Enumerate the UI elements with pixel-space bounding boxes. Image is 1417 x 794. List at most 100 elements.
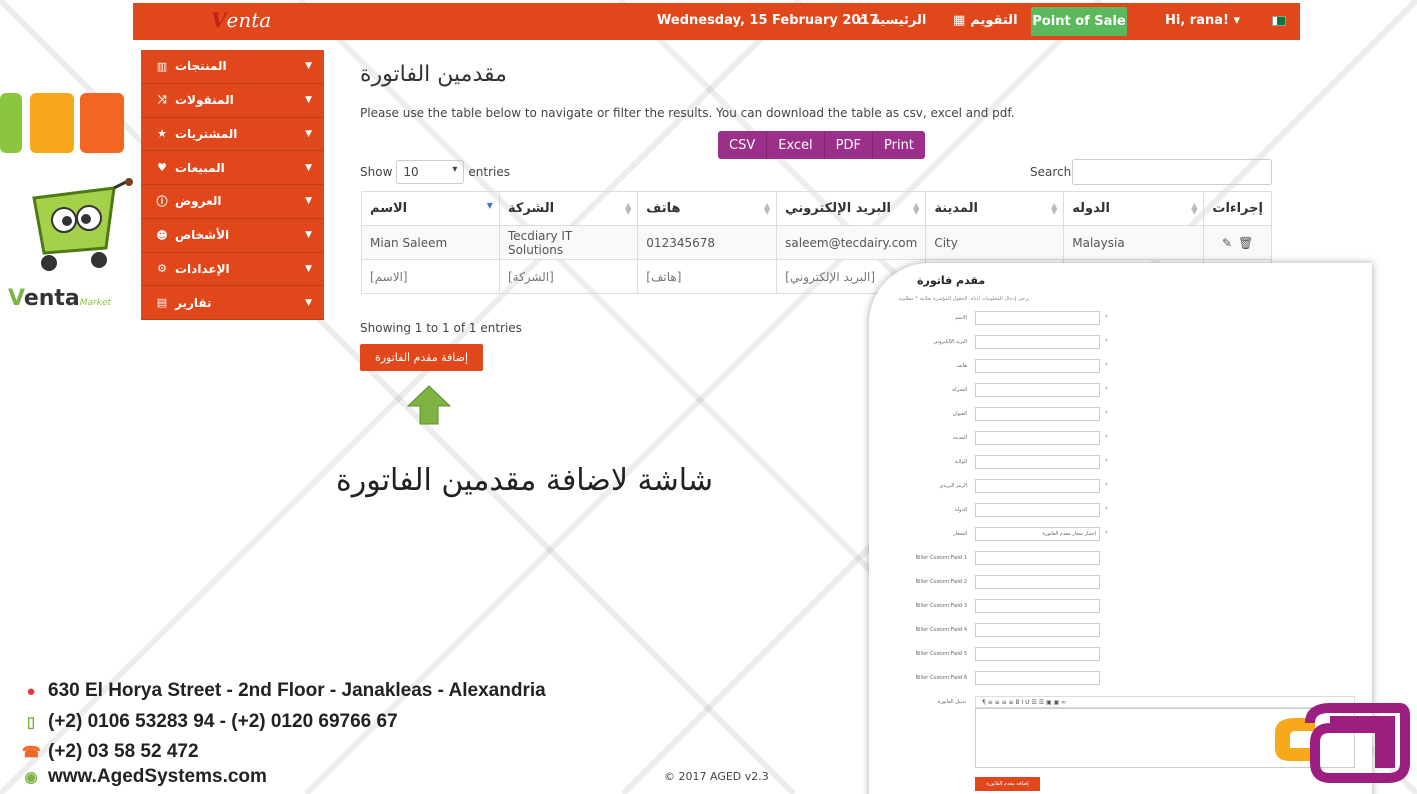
mobile-text: (+2) 0106 53283 94 - (+2) 0120 69766 67	[48, 711, 398, 732]
form-input-field[interactable]	[975, 311, 1100, 325]
form-row: المدينة *	[869, 431, 1372, 447]
location-pin-icon: ●	[26, 682, 36, 700]
sidebar-item-sales[interactable]: ♥ المبيعات ▼	[141, 151, 324, 185]
caret-down-icon: ▼	[305, 95, 312, 106]
column-header-country[interactable]: الدوله ▲ ▼	[1063, 191, 1205, 226]
delete-icon[interactable]: 🗑	[1238, 236, 1253, 250]
sort-icon: ▲ ▼	[764, 201, 771, 216]
sidebar-item-label: تقارير	[175, 295, 212, 310]
copyright-text: © 2017 AGED v2.3	[664, 770, 769, 783]
contact-mobile: ▯ (+2) 0106 53283 94 - (+2) 0120 69766 6…	[22, 711, 398, 733]
required-marker: *	[1105, 434, 1108, 441]
sidebar-item-products[interactable]: ▥ المنتجات ▼	[141, 50, 324, 84]
column-header-name[interactable]: الاسم ▼	[361, 191, 500, 226]
filter-name-input[interactable]: [الاسم]	[361, 259, 500, 294]
form-input-field[interactable]	[975, 503, 1100, 517]
form-input-field[interactable]	[975, 335, 1100, 349]
venta-market-logo: VentaMarket	[8, 286, 111, 311]
form-input-field[interactable]	[975, 599, 1100, 613]
filter-phone-input[interactable]: [هاتف]	[637, 259, 778, 294]
search-input[interactable]	[1072, 159, 1272, 185]
current-date: Wednesday, 15 February 2017	[657, 13, 879, 28]
form-submit-button[interactable]: إضافة مقدم الفاتورة	[975, 777, 1040, 791]
website-text[interactable]: www.AgedSystems.com	[48, 766, 267, 788]
nav-calendar-label: التقويم	[970, 13, 1018, 28]
form-input-field[interactable]	[975, 671, 1100, 685]
sidebar-item-reports[interactable]: ▤ تقارير ▼	[141, 286, 324, 320]
column-header-phone[interactable]: هاتف ▲ ▼	[637, 191, 778, 226]
form-input-field[interactable]	[975, 359, 1100, 373]
required-marker: *	[1105, 386, 1108, 393]
sidebar-item-label: المبيعات	[175, 160, 225, 175]
cell-actions: ✎ 🗑	[1203, 225, 1272, 260]
contact-phone: ☎ (+2) 03 58 52 472	[22, 741, 199, 763]
add-biller-button[interactable]: إضافة مقدم الفاتورة	[360, 344, 483, 371]
column-header-city[interactable]: المدينة ▲ ▼	[925, 191, 1065, 226]
column-header-email[interactable]: البريد الإلكتروني ▲ ▼	[776, 191, 927, 226]
footer-editor-label: تذييل الفاتورة	[937, 699, 966, 705]
sidebar-item-quotes[interactable]: ⓘ العروض ▼	[141, 185, 324, 219]
form-field-label: Biller Custom Field 2	[915, 579, 967, 585]
sidebar-item-purchases[interactable]: ★ المشتريات ▼	[141, 118, 324, 152]
sidebar-item-label: العروض	[175, 194, 222, 209]
caret-down-icon: ▼	[305, 162, 312, 173]
form-select-field[interactable]: اختيار شعار مقدم الفاتورة	[975, 527, 1100, 541]
sidebar-item-label: الأشخاص	[175, 228, 230, 243]
form-row: العنوان *	[869, 407, 1372, 423]
sidebar-item-people[interactable]: ☻ الأشخاص ▼	[141, 219, 324, 253]
form-field-label: العنوان	[952, 411, 967, 417]
user-icon: ☻	[156, 228, 168, 242]
required-marker: *	[1105, 410, 1108, 417]
form-field-label: Biller Custom Field 3	[915, 603, 967, 609]
nav-home[interactable]: ⌂ الرئيسية	[858, 13, 926, 28]
export-csv-button[interactable]: CSV	[718, 131, 768, 159]
form-input-field[interactable]	[975, 551, 1100, 565]
page-length-control: Show 10 entries	[360, 160, 510, 184]
sort-icon: ▲ ▼	[1191, 201, 1198, 216]
form-row: الشعار اختيار شعار مقدم الفاتورة *	[869, 527, 1372, 543]
form-field-label: الاسم	[955, 315, 967, 321]
form-note: يرجى إدخال المعلومات أدناه. الحقول المؤش…	[897, 296, 1030, 302]
print-button[interactable]: Print	[873, 131, 925, 159]
slide-caption: شاشة لاضافة مقدمين الفاتورة	[336, 463, 714, 498]
form-input-field[interactable]	[975, 623, 1100, 637]
point-of-sale-button[interactable]: Point of Sale	[1031, 7, 1127, 36]
form-select-value: اختيار شعار مقدم الفاتورة	[1042, 531, 1096, 537]
sidebar-menu: ▥ المنتجات ▼ ⤨ المنقولات ▼ ★ المشتريات ▼ ♥ المب…	[141, 50, 324, 320]
export-pdf-button[interactable]: PDF	[825, 131, 873, 159]
form-input-field[interactable]	[975, 383, 1100, 397]
form-row: Biller Custom Field 2	[869, 575, 1372, 591]
column-header-company[interactable]: الشركة ▲ ▼	[498, 191, 639, 226]
sort-desc-icon: ▼	[486, 201, 493, 210]
export-excel-button[interactable]: Excel	[767, 131, 825, 159]
column-header-label: هاتف	[646, 201, 681, 216]
form-input-field[interactable]	[975, 407, 1100, 421]
page-title: مقدمين الفاتورة	[360, 62, 507, 87]
column-header-label: إجراءات	[1212, 201, 1263, 216]
form-field-label: الدولة	[954, 507, 967, 513]
intro-text: Please use the table below to navigate o…	[360, 106, 1015, 120]
phone-text: (+2) 03 58 52 472	[48, 741, 199, 762]
sidebar-item-transfers[interactable]: ⤨ المنقولات ▼	[141, 84, 324, 118]
edit-icon[interactable]: ✎	[1222, 236, 1232, 250]
nav-calendar[interactable]: ▦ التقويم	[953, 13, 1018, 28]
table-row[interactable]: Mian Saleem Tecdiary IT Solutions 012345…	[361, 225, 1272, 260]
sidebar-item-settings[interactable]: ⚙ الإعدادات ▼	[141, 253, 324, 287]
form-title: مقدم فاتورة	[917, 274, 986, 287]
filter-company-input[interactable]: [الشركة]	[498, 259, 639, 294]
form-field-label: Biller Custom Field 4	[915, 627, 967, 633]
language-flag-icon[interactable]	[1272, 16, 1286, 26]
form-input-field[interactable]	[975, 647, 1100, 661]
caret-down-icon: ▼	[305, 61, 312, 72]
form-row: الاسم *	[869, 311, 1372, 327]
form-input-field[interactable]	[975, 479, 1100, 493]
form-row: Biller Custom Field 6	[869, 671, 1372, 687]
user-menu[interactable]: Hi, rana! ▾	[1165, 13, 1240, 28]
page-length-select[interactable]: 10	[396, 160, 465, 184]
required-marker: *	[1105, 338, 1108, 345]
form-input-field[interactable]	[975, 455, 1100, 469]
venta-logo[interactable]: Venta	[211, 8, 271, 32]
form-input-field[interactable]	[975, 431, 1100, 445]
form-input-field[interactable]	[975, 575, 1100, 589]
form-row: Biller Custom Field 5	[869, 647, 1372, 663]
